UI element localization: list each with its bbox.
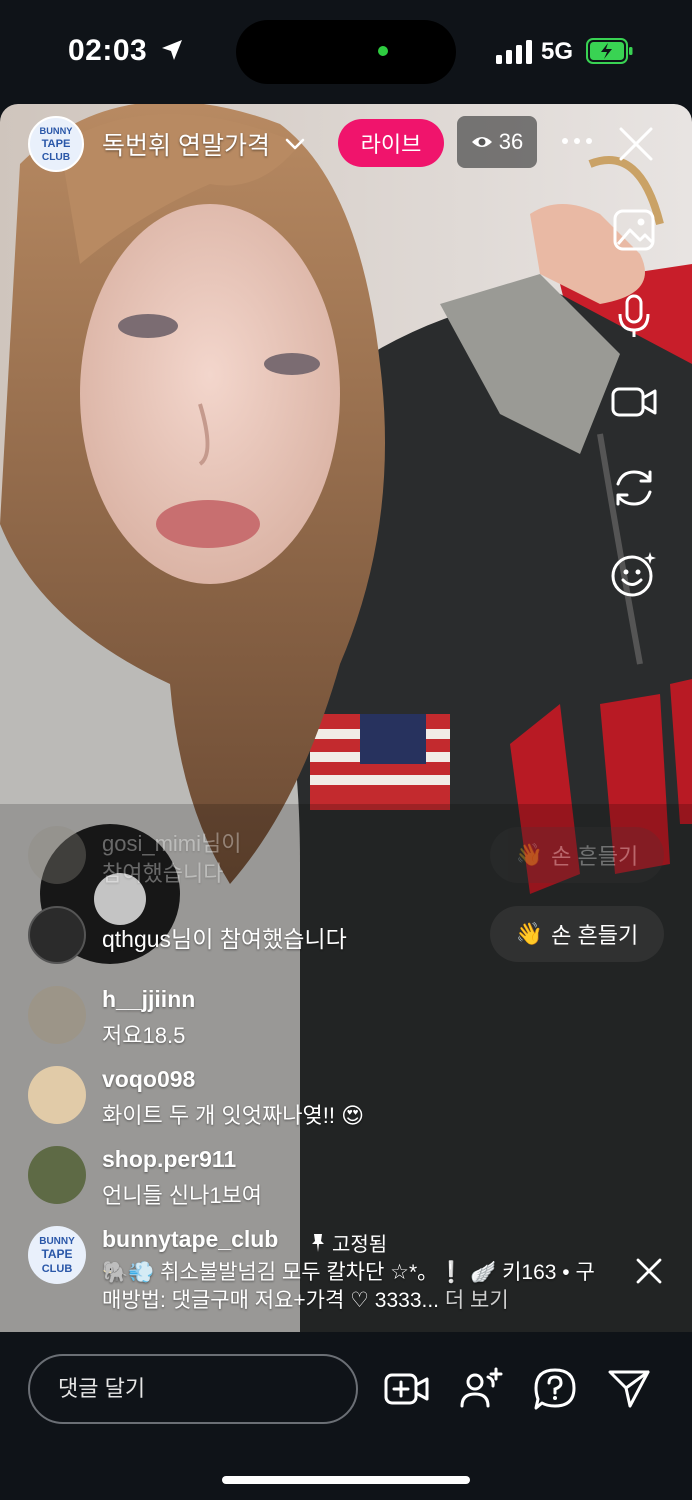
location-arrow-icon: [162, 40, 182, 60]
face-effects-icon[interactable]: [610, 550, 658, 598]
comment-text: 참여했습니다: [102, 861, 224, 886]
comment-text: 저요18.5: [102, 1023, 186, 1048]
network-type: 5G: [541, 38, 574, 65]
pinned-comment: BUNNY TAPE CLUB bunnytape_club 고정됨 🐘💨 취소…: [28, 1226, 628, 1316]
video-camera-icon[interactable]: [610, 378, 658, 426]
wave-button[interactable]: 👋 손 흔들기: [490, 906, 664, 962]
comment-input[interactable]: [28, 1354, 358, 1424]
bunny-tape-club-logo: BUNNY TAPE CLUB: [39, 1236, 75, 1275]
comment-item: voqo098 화이트 두 개 잇엇짜나옂!! 😍: [28, 1066, 628, 1128]
chevron-down-icon[interactable]: [283, 132, 307, 156]
cellular-signal-icon: [496, 40, 532, 64]
comment-text: 언니들 신나1보여: [102, 1183, 263, 1208]
wave-label: 손 흔들기: [551, 923, 639, 948]
add-guest-video-icon[interactable]: [384, 1366, 430, 1412]
camera-indicator-dot: [378, 46, 388, 56]
eye-icon: [471, 137, 492, 147]
question-icon[interactable]: [532, 1366, 578, 1412]
comment-user[interactable]: h__jjiinn: [102, 986, 195, 1013]
pinned-line-2: 매방법: 댓글구매 저요+가격 ♡ 3333...: [102, 1289, 440, 1312]
bottom-bar: [0, 1332, 692, 1500]
see-more-link[interactable]: 더 보기: [445, 1289, 509, 1312]
unpin-close-icon[interactable]: [634, 1256, 664, 1286]
microphone-icon[interactable]: [610, 292, 658, 340]
status-time: 02:03: [68, 34, 148, 67]
send-icon[interactable]: [606, 1366, 652, 1412]
svg-text:CLUB: CLUB: [42, 1263, 73, 1275]
live-title[interactable]: 독번휘 연말가격: [102, 126, 270, 162]
comment-item: shop.per911 언니들 신나1보여: [28, 1146, 628, 1208]
wave-button-faded[interactable]: 👋 손 흔들기: [490, 827, 664, 883]
comment-item: h__jjiinn 저요18.5: [28, 986, 628, 1048]
battery-charging-icon: [586, 38, 633, 64]
wave-hand-icon: 👋: [515, 842, 544, 867]
comment-user[interactable]: shop.per911: [102, 1146, 236, 1173]
comment-user: gosi_mimi님이: [102, 831, 242, 856]
svg-text:TAPE: TAPE: [42, 138, 71, 150]
pinned-user[interactable]: bunnytape_club: [102, 1226, 278, 1253]
add-people-icon[interactable]: [458, 1366, 504, 1412]
svg-text:CLUB: CLUB: [42, 152, 70, 163]
comment-join-text: qthgus님이 참여했습니다: [102, 926, 347, 952]
wave-hand-icon: 👋: [515, 921, 544, 946]
host-avatar[interactable]: BUNNY TAPE CLUB: [28, 116, 84, 172]
pinned-line-2-wrap: 매방법: 댓글구매 저요+가격 ♡ 3333... 더 보기: [102, 1284, 509, 1314]
pinned-tag: 고정됨: [310, 1228, 387, 1257]
svg-text:TAPE: TAPE: [41, 1247, 72, 1261]
photo-gallery-icon[interactable]: [610, 206, 658, 254]
viewer-count: 36: [498, 129, 524, 154]
more-options-icon[interactable]: [560, 124, 594, 158]
user-avatar[interactable]: [28, 1146, 86, 1204]
status-bar: 02:03 5G: [0, 0, 692, 104]
user-avatar[interactable]: [28, 986, 86, 1044]
comment-user[interactable]: voqo098: [102, 1066, 195, 1093]
user-avatar[interactable]: BUNNY TAPE CLUB: [28, 1226, 86, 1284]
live-badge: 라이브: [338, 119, 444, 167]
live-top-bar: BUNNY TAPE CLUB 독번휘 연말가격 라이브 36: [0, 104, 692, 184]
bunny-tape-club-logo: BUNNY TAPE CLUB: [30, 118, 82, 170]
svg-text:BUNNY: BUNNY: [39, 1236, 75, 1247]
dynamic-island: [236, 20, 456, 84]
svg-text:BUNNY: BUNNY: [40, 126, 74, 136]
pin-icon: [312, 1233, 324, 1252]
home-indicator[interactable]: [222, 1476, 470, 1484]
close-icon[interactable]: [616, 124, 656, 164]
wave-label: 손 흔들기: [551, 844, 639, 869]
pinned-label: 고정됨: [332, 1234, 388, 1256]
viewer-count-badge[interactable]: 36: [457, 116, 537, 168]
user-avatar[interactable]: [28, 826, 86, 884]
comment-text: 화이트 두 개 잇엇짜나옂!! 😍: [102, 1103, 365, 1128]
user-avatar[interactable]: [28, 906, 86, 964]
user-avatar[interactable]: [28, 1066, 86, 1124]
pinned-line-1: 🐘💨 취소불발넘김 모두 칼차단 ☆*。❕ 🪽 키163 • 구: [102, 1261, 595, 1284]
flip-camera-icon[interactable]: [610, 464, 658, 512]
